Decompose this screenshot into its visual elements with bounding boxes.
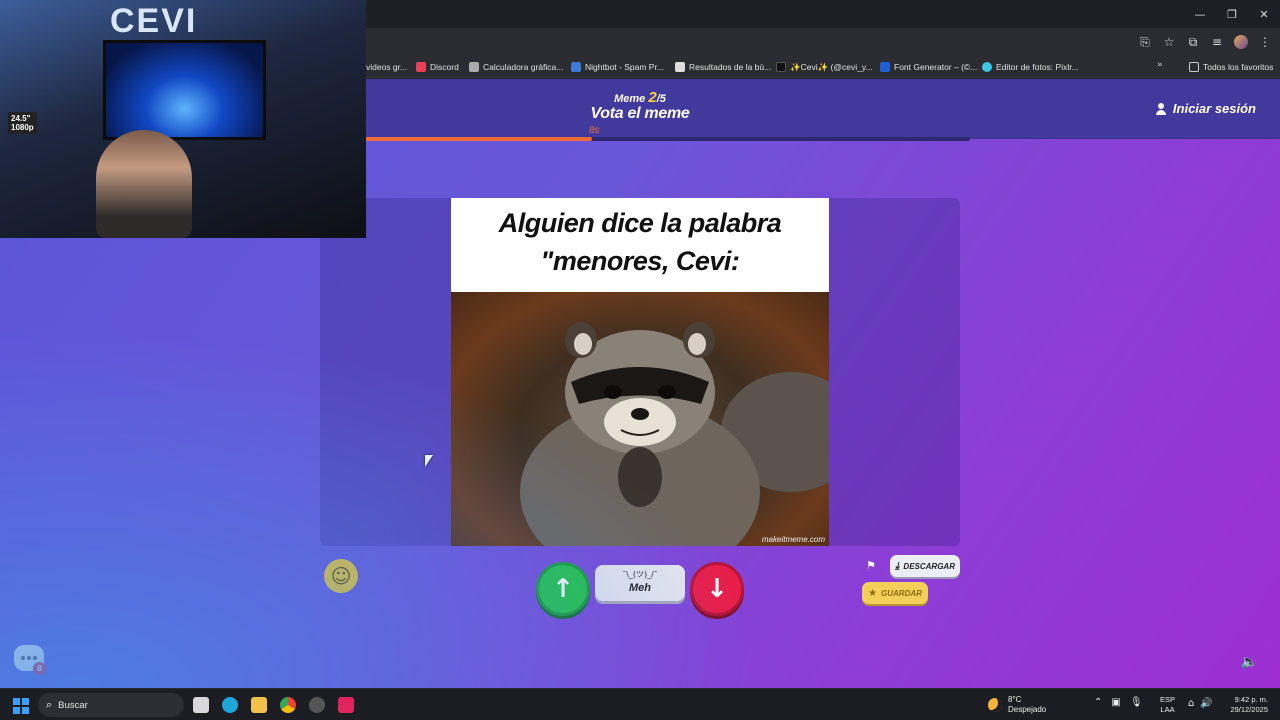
close-icon[interactable]: ✕ <box>1248 0 1280 28</box>
install-app-icon[interactable]: ⎘ <box>1138 35 1152 49</box>
microphone-icon[interactable]: 🎙 <box>1130 697 1143 708</box>
emoji-reaction-button[interactable]: ☺ <box>324 559 358 593</box>
bookmark-item[interactable]: Font Generator – (©... <box>880 60 977 74</box>
mouse-cursor <box>425 455 433 467</box>
more-bookmarks-icon[interactable]: » <box>1157 60 1163 70</box>
system-tray: ⌃ ▣ 🎙 <box>1094 697 1143 708</box>
chat-button[interactable]: 8 <box>14 645 46 675</box>
progress-bar <box>330 137 970 141</box>
meme-watermark: makeitmeme.com <box>761 535 825 544</box>
download-icon: ⤓ <box>895 560 900 572</box>
task-view-icon[interactable] <box>193 697 209 713</box>
tiktok-live-icon[interactable] <box>338 697 354 713</box>
meme-caption: Alguien dice la palabra "menores, Cevi: <box>498 208 782 276</box>
doc-icon <box>675 62 685 72</box>
wall-logo: CEVI <box>110 2 198 40</box>
moon-icon <box>988 698 1002 712</box>
search-icon: ⌕ <box>46 698 53 711</box>
minimize-icon[interactable]: — <box>1184 0 1216 28</box>
bookmark-item[interactable]: videos gr... <box>366 60 407 74</box>
network-icon: ⌂ <box>1188 698 1195 709</box>
star-icon[interactable]: ☆ <box>1162 35 1176 49</box>
bookmark-item[interactable]: Resultados de la bú... <box>675 60 771 74</box>
raccoon-illustration <box>520 322 829 546</box>
app-tray-icon[interactable]: ▣ <box>1111 697 1120 708</box>
restore-icon[interactable]: ❐ <box>1216 0 1248 28</box>
pixlr-icon <box>982 62 992 72</box>
arrow-down-icon: ↓ <box>706 574 728 604</box>
meh-label: Meh <box>629 582 651 594</box>
background-monitor <box>103 40 266 140</box>
language-indicator[interactable]: ESP LAA <box>1160 695 1175 715</box>
chat-badge: 8 <box>33 662 46 675</box>
window-controls: — ❐ ✕ <box>1184 0 1280 28</box>
webcam-overlay: CEVI 24.5" 1080p <box>0 0 366 238</box>
taskbar-search[interactable]: ⌕ Buscar <box>38 693 184 717</box>
clock[interactable]: 9:42 p. m. 29/12/2025 <box>1224 695 1268 715</box>
streamer <box>96 130 192 238</box>
volume-icon: 🔊 <box>1200 698 1213 709</box>
bookmark-item[interactable]: Nightbot - Spam Pr... <box>571 60 664 74</box>
nightbot-icon <box>571 62 581 72</box>
countdown-timer: 8s <box>589 125 600 136</box>
meh-button[interactable]: ¯\_(ツ)_/¯ Meh <box>595 565 685 601</box>
quick-settings[interactable]: ⌂ 🔊 <box>1188 698 1213 709</box>
bookmark-item[interactable]: Editor de fotos: Pixlr... <box>982 60 1079 74</box>
media-control-icon[interactable]: ≡ <box>1210 35 1224 49</box>
monitor-sticker: 24.5" 1080p <box>8 112 37 134</box>
report-flag-icon[interactable]: ⚑ <box>866 559 876 572</box>
bookmark-item[interactable]: Discord <box>416 60 459 74</box>
file-explorer-icon[interactable] <box>251 697 267 713</box>
toolbar-icons: ⎘ ☆ ⧉ ≡ ⋮ <box>1138 28 1272 56</box>
discord-icon <box>416 62 426 72</box>
login-button[interactable]: Iniciar sesión <box>1155 101 1256 116</box>
profile-avatar[interactable] <box>1234 35 1248 49</box>
save-button[interactable]: ★ GUARDAR <box>862 582 928 604</box>
windows-start-icon[interactable] <box>13 698 29 714</box>
font-icon <box>880 62 890 72</box>
downvote-button[interactable]: ↓ <box>690 562 744 616</box>
user-icon <box>1155 102 1167 115</box>
bookmark-item[interactable]: Calculadora gráfica... <box>469 60 563 74</box>
arrow-up-icon: ↑ <box>552 574 574 604</box>
shrug-face: ¯\_(ツ)_/¯ <box>622 570 658 579</box>
raccoon-photo: makeitmeme.com <box>451 292 829 546</box>
folder-icon <box>1189 62 1199 72</box>
all-bookmarks[interactable]: Todos los favoritos <box>1189 60 1273 74</box>
edge-icon[interactable] <box>222 697 238 713</box>
tiktok-icon <box>776 62 786 72</box>
star-icon: ★ <box>868 587 878 599</box>
extensions-icon[interactable]: ⧉ <box>1186 35 1200 49</box>
upvote-button[interactable]: ↑ <box>536 562 590 616</box>
bookmark-item[interactable]: ✨Cevi✨ (@cevi_y... <box>776 60 873 74</box>
download-button[interactable]: ⤓ DESCARGAR <box>890 555 960 577</box>
desmos-icon <box>469 62 479 72</box>
chevron-up-icon[interactable]: ⌃ <box>1094 697 1102 708</box>
vote-controls: ↑ ¯\_(ツ)_/¯ Meh ↓ <box>536 560 746 616</box>
obs-icon[interactable] <box>309 697 325 713</box>
chrome-icon[interactable] <box>280 697 296 713</box>
meme-image: Alguien dice la palabra "menores, Cevi: <box>451 198 829 546</box>
windows-taskbar: ⌕ Buscar 8°C Despejado ⌃ ▣ 🎙 ESP LAA ⌂ 🔊… <box>0 688 1280 720</box>
speaker-icon[interactable]: 🔈 <box>1241 654 1258 670</box>
progress-fill <box>330 137 593 141</box>
weather-widget[interactable]: 8°C Despejado <box>988 695 1046 715</box>
menu-kebab-icon[interactable]: ⋮ <box>1258 35 1272 49</box>
